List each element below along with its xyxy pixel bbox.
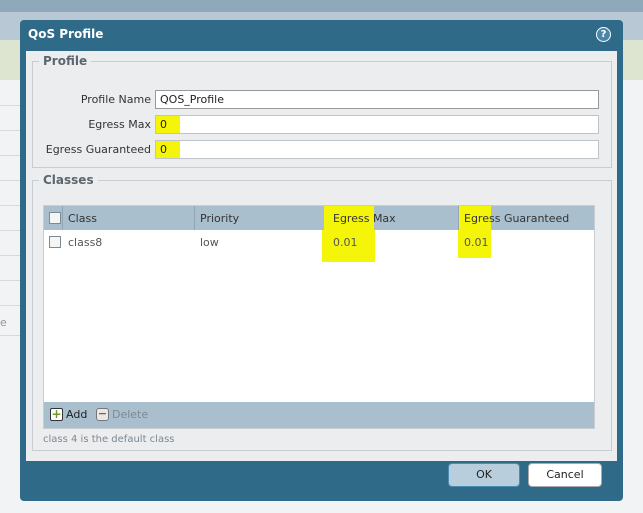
bg-row — [0, 305, 20, 306]
delete-label: Delete — [112, 408, 149, 421]
profile-name-label: Profile Name — [80, 93, 151, 106]
profile-legend: Profile — [43, 54, 88, 68]
column-egress-max[interactable]: Egress Max — [333, 212, 396, 225]
egress-guaranteed-input[interactable]: 0 — [155, 140, 599, 159]
dialog-title: QoS Profile — [28, 27, 104, 41]
row-checkbox[interactable] — [49, 236, 61, 248]
add-label: Add — [66, 408, 88, 421]
bg-row — [0, 105, 20, 106]
app-topbar — [0, 0, 643, 12]
cell-egress-max: 0.01 — [333, 236, 358, 249]
bg-row — [0, 230, 20, 231]
bg-row — [0, 130, 20, 131]
cell-egress-guaranteed: 0.01 — [464, 236, 489, 249]
cancel-button[interactable]: Cancel — [528, 463, 602, 487]
minus-icon: − — [96, 407, 109, 421]
egress-max-input[interactable]: 0 — [155, 115, 599, 134]
default-class-note: class 4 is the default class — [43, 434, 175, 445]
classes-section: Classes Class Priority Egress Max Egress… — [32, 173, 612, 451]
grid-toolbar: + Add − Delete — [44, 402, 594, 428]
column-priority[interactable]: Priority — [200, 212, 239, 225]
delete-button[interactable]: − Delete — [96, 408, 148, 421]
profile-name-input[interactable]: QOS_Profile — [155, 90, 599, 109]
qos-profile-dialog: QoS Profile ? Profile Profile Name QOS_P… — [20, 20, 623, 501]
cell-class: class8 — [68, 236, 103, 249]
bg-row — [0, 155, 20, 156]
classes-legend: Classes — [43, 173, 94, 187]
bg-row — [0, 280, 20, 281]
bg-row — [0, 205, 20, 206]
profile-section: Profile Profile Name QOS_Profile Egress … — [32, 54, 612, 168]
help-icon[interactable]: ? — [596, 27, 611, 42]
column-class[interactable]: Class — [68, 212, 97, 225]
cell-priority: low — [200, 236, 219, 249]
bg-text: e — [0, 316, 7, 329]
plus-icon: + — [50, 407, 63, 421]
select-all-checkbox[interactable] — [49, 212, 61, 224]
dialog-body: Profile Profile Name QOS_Profile Egress … — [26, 51, 617, 461]
egress-guaranteed-label: Egress Guaranteed — [45, 143, 151, 156]
ok-button[interactable]: OK — [448, 463, 520, 487]
bg-row — [0, 255, 20, 256]
classes-grid: Class Priority Egress Max Egress Guarant… — [43, 205, 595, 429]
add-button[interactable]: + Add — [50, 408, 87, 421]
grid-header: Class Priority Egress Max Egress Guarant… — [44, 206, 594, 230]
bg-row — [0, 335, 20, 336]
bg-row — [0, 180, 20, 181]
column-egress-guaranteed[interactable]: Egress Guaranteed — [464, 212, 569, 225]
egress-max-label: Egress Max — [88, 118, 151, 131]
